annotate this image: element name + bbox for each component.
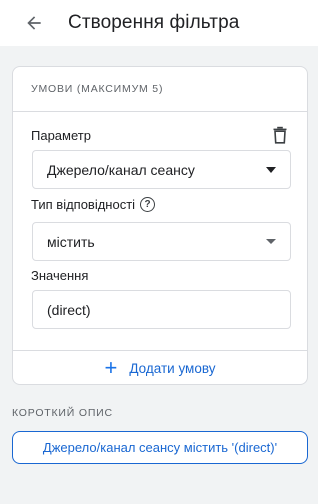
- delete-condition-button[interactable]: [272, 126, 288, 144]
- chevron-down-icon: [266, 167, 276, 173]
- plus-icon: +: [104, 355, 118, 380]
- add-condition-button[interactable]: + Додати умову: [13, 350, 307, 385]
- page-title: Створення фільтра: [68, 12, 240, 33]
- match-type-label-text: Тип відповідності: [31, 197, 136, 212]
- filter-content: УМОВИ (МАКСИМУМ 5) Параметр Джерело/кана…: [0, 46, 318, 504]
- parameter-select[interactable]: Джерело/канал сеансу: [32, 150, 291, 189]
- conditions-section-label: УМОВИ (МАКСИМУМ 5): [31, 83, 164, 95]
- trash-icon: [273, 126, 287, 144]
- app-header: Створення фільтра: [0, 0, 318, 46]
- match-type-label: Тип відповідності ?: [31, 197, 156, 212]
- arrow-back-icon: [27, 16, 41, 30]
- match-type-select-value: містить: [47, 233, 95, 250]
- value-input-text: (direct): [47, 301, 91, 318]
- summary-section-label: КОРОТКИЙ ОПИС: [12, 407, 113, 419]
- value-label: Значення: [31, 268, 89, 283]
- value-input[interactable]: (direct): [32, 290, 291, 329]
- parameter-label: Параметр: [31, 128, 91, 143]
- match-type-select[interactable]: містить: [32, 222, 291, 261]
- back-button[interactable]: [20, 9, 48, 37]
- parameter-select-value: Джерело/канал сеансу: [47, 161, 195, 178]
- add-condition-label: Додати умову: [129, 360, 216, 376]
- conditions-card: УМОВИ (МАКСИМУМ 5) Параметр Джерело/кана…: [12, 66, 308, 385]
- summary-chip[interactable]: Джерело/канал сеансу містить '(direct)': [12, 431, 308, 464]
- conditions-header: УМОВИ (МАКСИМУМ 5): [13, 67, 307, 112]
- help-circle-icon[interactable]: ?: [140, 197, 156, 212]
- chevron-down-icon: [266, 239, 276, 244]
